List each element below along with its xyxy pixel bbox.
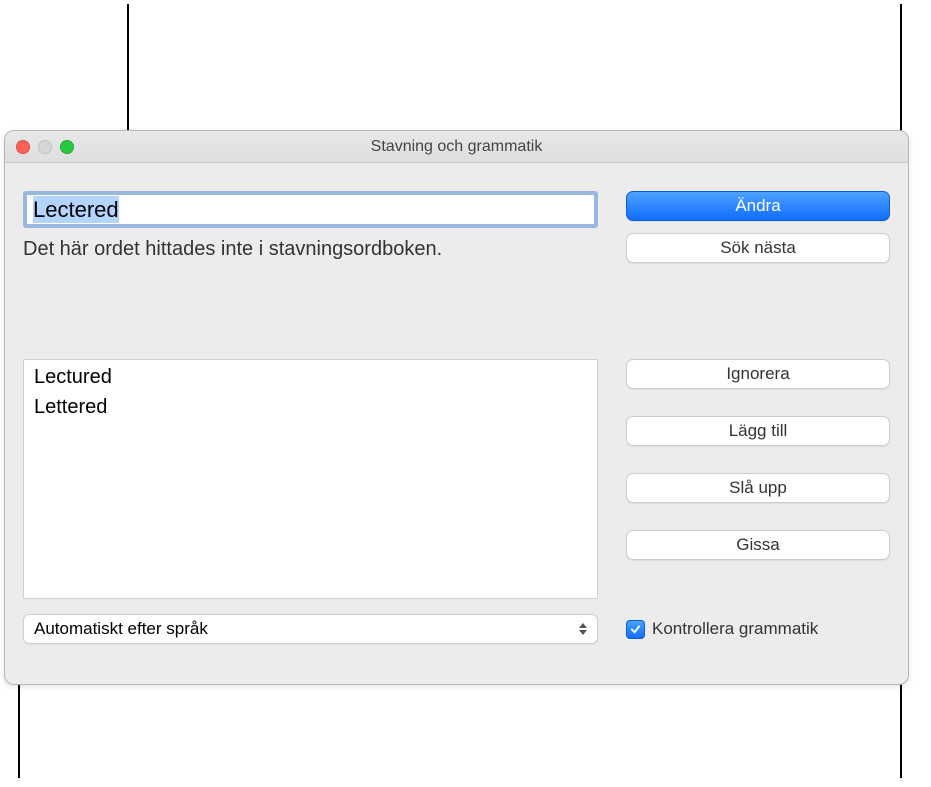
add-button[interactable]: Lägg till bbox=[626, 416, 890, 446]
spelling-grammar-dialog: Stavning och grammatik Lectered Det här … bbox=[4, 130, 909, 685]
check-grammar-label: Kontrollera grammatik bbox=[652, 619, 818, 639]
language-select-value: Automatiskt efter språk bbox=[34, 619, 208, 639]
dropdown-arrows-icon bbox=[572, 618, 594, 640]
minimize-window-button[interactable] bbox=[38, 140, 52, 154]
check-grammar-checkbox[interactable]: Kontrollera grammatik bbox=[626, 619, 890, 639]
lookup-button[interactable]: Slå upp bbox=[626, 473, 890, 503]
suggestions-list[interactable]: Lectured Lettered bbox=[23, 359, 598, 599]
checkbox-box bbox=[626, 620, 645, 639]
window-title: Stavning och grammatik bbox=[371, 138, 543, 156]
suggestion-item[interactable]: Lettered bbox=[34, 392, 587, 422]
find-next-button[interactable]: Sök nästa bbox=[626, 233, 890, 263]
window-controls bbox=[5, 140, 74, 154]
ignore-button[interactable]: Ignorera bbox=[626, 359, 890, 389]
misspelled-word-field[interactable]: Lectered bbox=[33, 197, 588, 223]
suggestion-item[interactable]: Lectured bbox=[34, 362, 587, 392]
guess-button[interactable]: Gissa bbox=[626, 530, 890, 560]
maximize-window-button[interactable] bbox=[60, 140, 74, 154]
change-button[interactable]: Ändra bbox=[626, 191, 890, 221]
close-window-button[interactable] bbox=[16, 140, 30, 154]
not-found-message: Det här ordet hittades inte i stavningso… bbox=[23, 238, 598, 261]
language-select[interactable]: Automatiskt efter språk bbox=[23, 614, 598, 644]
titlebar: Stavning och grammatik bbox=[5, 131, 908, 163]
checkmark-icon bbox=[630, 624, 641, 635]
misspelled-word-field-container: Lectered bbox=[23, 191, 598, 228]
